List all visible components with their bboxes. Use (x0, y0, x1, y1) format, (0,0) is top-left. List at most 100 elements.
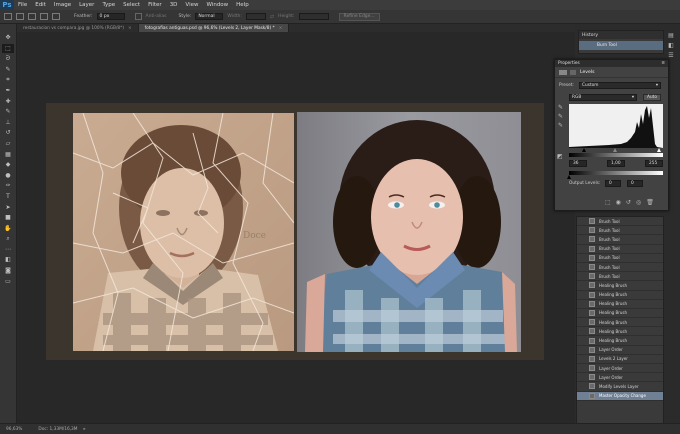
dodge-icon[interactable]: ● (2, 171, 14, 180)
auto-button[interactable]: Auto (643, 94, 661, 101)
history-state-row[interactable]: Brush Tool (577, 235, 663, 245)
add-selection-icon[interactable] (28, 13, 36, 20)
reset-icon[interactable]: ↺ (626, 199, 631, 207)
type-tool-icon[interactable]: T (2, 192, 14, 201)
clip-to-layer-icon[interactable]: ⬚ (605, 199, 611, 207)
menu-file[interactable]: File (14, 2, 31, 8)
menu-edit[interactable]: Edit (31, 2, 50, 8)
clip-warning-icon[interactable]: ◩ (557, 153, 563, 160)
zoom-level[interactable]: 96,63% (6, 427, 22, 432)
color-swatch-icon[interactable]: ◧ (2, 255, 14, 264)
history-state-row[interactable]: Healing Brush (577, 291, 663, 300)
history-current-state[interactable]: Burn Tool (579, 41, 663, 50)
quick-mask-icon[interactable]: ◙ (2, 266, 14, 275)
history-brush-icon[interactable]: ↺ (2, 128, 14, 137)
crop-tool-icon[interactable]: ⌗ (2, 75, 14, 84)
pen-tool-icon[interactable]: ✑ (2, 181, 14, 190)
history-state-row[interactable]: Brush Tool (577, 254, 663, 263)
intersect-selection-icon[interactable] (52, 13, 60, 20)
history-state-row[interactable]: Brush Tool (577, 226, 663, 236)
history-state-row[interactable]: Healing Brush (577, 318, 663, 328)
output-white-field[interactable]: 0 (627, 179, 643, 187)
path-select-icon[interactable]: ➤ (2, 203, 14, 212)
subtract-selection-icon[interactable] (40, 13, 48, 20)
history-state-row[interactable]: Healing Brush (577, 300, 663, 309)
menu-filter[interactable]: Filter (144, 2, 166, 8)
history-state-row[interactable]: Master Opacity Change (577, 391, 663, 401)
input-gamma-field[interactable]: 1,00 (607, 160, 625, 167)
menu-image[interactable]: Image (50, 2, 75, 8)
menu-3d[interactable]: 3D (166, 2, 182, 8)
history-state-row[interactable]: Brush Tool (577, 217, 663, 227)
input-white-field[interactable]: 255 (645, 160, 663, 167)
document-tab[interactable]: fotografias antiguas.psd @ 96,6% (Levels… (138, 24, 290, 32)
history-state-row[interactable]: Brush Tool (577, 272, 663, 282)
input-black-field[interactable]: 36 (569, 160, 587, 167)
status-arrow-icon[interactable]: ▸ (84, 427, 86, 432)
view-previous-icon[interactable]: ◉ (616, 199, 621, 207)
width-input[interactable] (245, 13, 266, 20)
close-icon[interactable]: × (279, 26, 283, 31)
history-state-row[interactable]: Brush Tool (577, 263, 663, 273)
mask-icon[interactable] (570, 69, 576, 75)
black-point-eyedropper-icon[interactable]: ✎ (558, 104, 566, 113)
visibility-icon[interactable]: ◎ (636, 199, 641, 207)
new-selection-icon[interactable] (16, 13, 24, 20)
history-state-row[interactable]: Healing Brush (577, 336, 663, 346)
panel-menu-icon[interactable]: ≡ (661, 61, 665, 66)
output-black-field[interactable]: 0 (605, 179, 621, 187)
swap-icon[interactable]: ⇄ (270, 14, 274, 20)
history-state-row[interactable]: Brush Tool (577, 245, 663, 254)
gradient-icon[interactable]: ▦ (2, 150, 14, 159)
input-white-handle[interactable] (657, 148, 661, 152)
eyedropper-icon[interactable]: ✒ (2, 86, 14, 95)
input-gamma-handle[interactable] (613, 148, 617, 152)
history-state-row[interactable]: Layer Order (577, 364, 663, 374)
clone-stamp-icon[interactable]: ⊥ (2, 118, 14, 127)
style-select[interactable]: Normal (195, 13, 224, 20)
blur-icon[interactable]: ◆ (2, 160, 14, 169)
menu-type[interactable]: Type (98, 2, 119, 8)
height-input[interactable] (298, 13, 329, 20)
menu-view[interactable]: View (181, 2, 202, 8)
history-state-row[interactable]: Modify Levels Layer (577, 382, 663, 392)
gray-point-eyedropper-icon[interactable]: ✎ (558, 113, 566, 122)
preset-select[interactable]: Custom ▾ (579, 82, 661, 89)
antialias-checkbox[interactable] (134, 13, 142, 20)
screen-mode-icon[interactable]: ▭ (2, 277, 14, 286)
history-state-row[interactable]: Layer Order (577, 346, 663, 355)
history-state-row[interactable]: Healing Brush (577, 309, 663, 319)
eraser-icon[interactable]: ▱ (2, 139, 14, 148)
feather-input[interactable]: 0 px (96, 13, 125, 20)
document-tab[interactable]: restauracion vs compara.jpg @ 100% (RGB/… (17, 24, 139, 32)
history-panel-title[interactable]: History (579, 31, 663, 39)
brush-tool-icon[interactable]: ✎ (2, 107, 14, 116)
zoom-tool-icon[interactable]: ⌕ (2, 234, 14, 243)
history-state-row[interactable]: Layer Order (577, 373, 663, 383)
menu-window[interactable]: Window (202, 2, 232, 8)
history-panel-icon[interactable]: ▤ (666, 31, 676, 40)
white-point-eyedropper-icon[interactable]: ✎ (558, 122, 566, 131)
more-tools-icon[interactable]: ⋯ (2, 245, 14, 254)
history-state-row[interactable]: Healing Brush (577, 327, 663, 337)
lasso-tool-icon[interactable]: ᘐ (2, 54, 14, 63)
history-state-row[interactable]: Levels 2 Layer (577, 355, 663, 364)
menu-layer[interactable]: Layer (75, 2, 98, 8)
shape-tool-icon[interactable]: ■ (2, 213, 14, 222)
channel-select[interactable]: RGB ▾ (569, 94, 637, 101)
hand-tool-icon[interactable]: ✋ (2, 224, 14, 233)
close-icon[interactable]: × (128, 26, 132, 31)
properties-titlebar[interactable]: Properties ≡ (555, 60, 668, 67)
trash-icon[interactable]: 🗑 (646, 199, 654, 207)
menu-help[interactable]: Help (232, 2, 253, 8)
marquee-tool-icon[interactable]: ⬚ (2, 43, 14, 53)
input-black-handle[interactable] (582, 148, 586, 152)
quick-select-icon[interactable]: ✎ (2, 65, 14, 74)
menu-select[interactable]: Select (119, 2, 144, 8)
properties-panel-icon[interactable]: ◧ (666, 41, 676, 50)
marquee-preset-icon[interactable] (4, 13, 12, 20)
history-state-row[interactable]: Healing Brush (577, 281, 663, 291)
move-tool-icon[interactable]: ✥ (2, 33, 14, 42)
refine-edge-button[interactable]: Refine Edge... (338, 12, 380, 21)
healing-brush-icon[interactable]: ✚ (2, 97, 14, 106)
